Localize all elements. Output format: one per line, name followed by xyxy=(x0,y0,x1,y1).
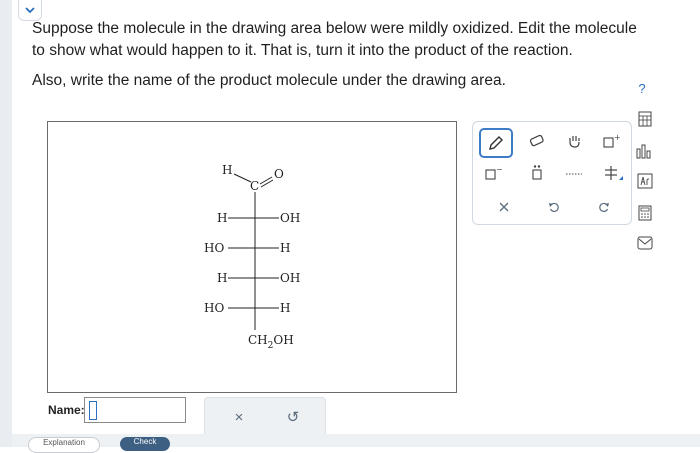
stereo-icon xyxy=(605,166,623,180)
row1-right-label: OH xyxy=(280,211,300,225)
left-sidebar-strip xyxy=(0,0,12,447)
bars-button[interactable] xyxy=(636,142,654,160)
text-ar-icon xyxy=(637,173,653,189)
name-input-cursor xyxy=(89,401,97,420)
pencil-tool[interactable] xyxy=(479,128,513,158)
hand-icon xyxy=(569,136,580,148)
row4-left-label: HO xyxy=(204,301,224,315)
message-button[interactable] xyxy=(636,234,654,252)
row1-left-label: H xyxy=(217,211,227,225)
clear-answer-button[interactable]: × xyxy=(229,407,249,427)
clear-tool[interactable] xyxy=(493,196,515,218)
eraser-icon xyxy=(529,134,544,147)
question-paragraph-2: Also, write the name of the product mole… xyxy=(32,72,506,89)
bottom-bar xyxy=(12,434,700,447)
stereo-tool[interactable] xyxy=(599,162,627,184)
bars-icon xyxy=(636,144,651,159)
undo-answer-button[interactable]: ↺ xyxy=(283,407,303,427)
periodic-table-button[interactable] xyxy=(636,110,654,128)
chevron-down-icon xyxy=(25,7,35,14)
question-paragraph-1: Suppose the molecule in the drawing area… xyxy=(32,20,637,59)
charge-plus-icon: + xyxy=(603,133,620,148)
charge-plus-tool[interactable]: + xyxy=(599,130,623,152)
hand-tool[interactable] xyxy=(562,130,586,152)
undo-icon xyxy=(549,202,559,213)
name-input[interactable] xyxy=(84,397,186,423)
row2-left-label: HO xyxy=(204,241,224,255)
message-icon xyxy=(637,236,653,250)
svg-text:+: + xyxy=(614,133,620,142)
redo-tool[interactable] xyxy=(593,196,615,218)
lone-pair-icon xyxy=(532,165,542,180)
question-text: Suppose the molecule in the drawing area… xyxy=(32,18,642,92)
drawing-canvas[interactable]: H C O H OH HO H H OH HO H CH2OH xyxy=(47,121,457,393)
charge-minus-icon: − xyxy=(485,165,502,180)
bottom-group-label: CH2OH xyxy=(248,333,294,351)
help-icon[interactable]: ? xyxy=(634,80,650,96)
drawing-toolbar: + − xyxy=(472,121,632,225)
redo-icon xyxy=(599,202,609,213)
fischer-projection[interactable]: H C O H OH HO H H OH HO H CH2OH xyxy=(48,122,456,392)
aldehyde-o-label: O xyxy=(274,167,284,181)
dots-tool[interactable] xyxy=(562,162,586,184)
calculator-icon xyxy=(638,205,652,221)
row3-right-label: OH xyxy=(280,271,300,285)
name-label: Name: xyxy=(48,403,85,417)
eraser-tool[interactable] xyxy=(525,130,549,152)
explanation-button[interactable]: Explanation xyxy=(28,437,100,453)
check-button[interactable]: Check xyxy=(120,437,170,451)
lone-pair-tool[interactable] xyxy=(525,162,549,184)
dots-icon xyxy=(566,173,582,175)
pencil-icon xyxy=(489,136,503,150)
row4-right-label: H xyxy=(280,301,290,315)
row2-right-label: H xyxy=(280,241,290,255)
text-ar-button[interactable] xyxy=(636,172,654,190)
periodic-table-icon xyxy=(638,111,652,127)
charge-minus-tool[interactable]: − xyxy=(481,162,505,184)
row3-left-label: H xyxy=(217,271,227,285)
clear-icon xyxy=(499,202,509,212)
answer-actions: × ↺ xyxy=(204,397,326,437)
aldehyde-h-label: H xyxy=(222,163,232,177)
calculator-button[interactable] xyxy=(636,204,654,222)
svg-text:−: − xyxy=(496,165,502,174)
undo-tool[interactable] xyxy=(543,196,565,218)
aldehyde-c-label: C xyxy=(250,179,259,193)
